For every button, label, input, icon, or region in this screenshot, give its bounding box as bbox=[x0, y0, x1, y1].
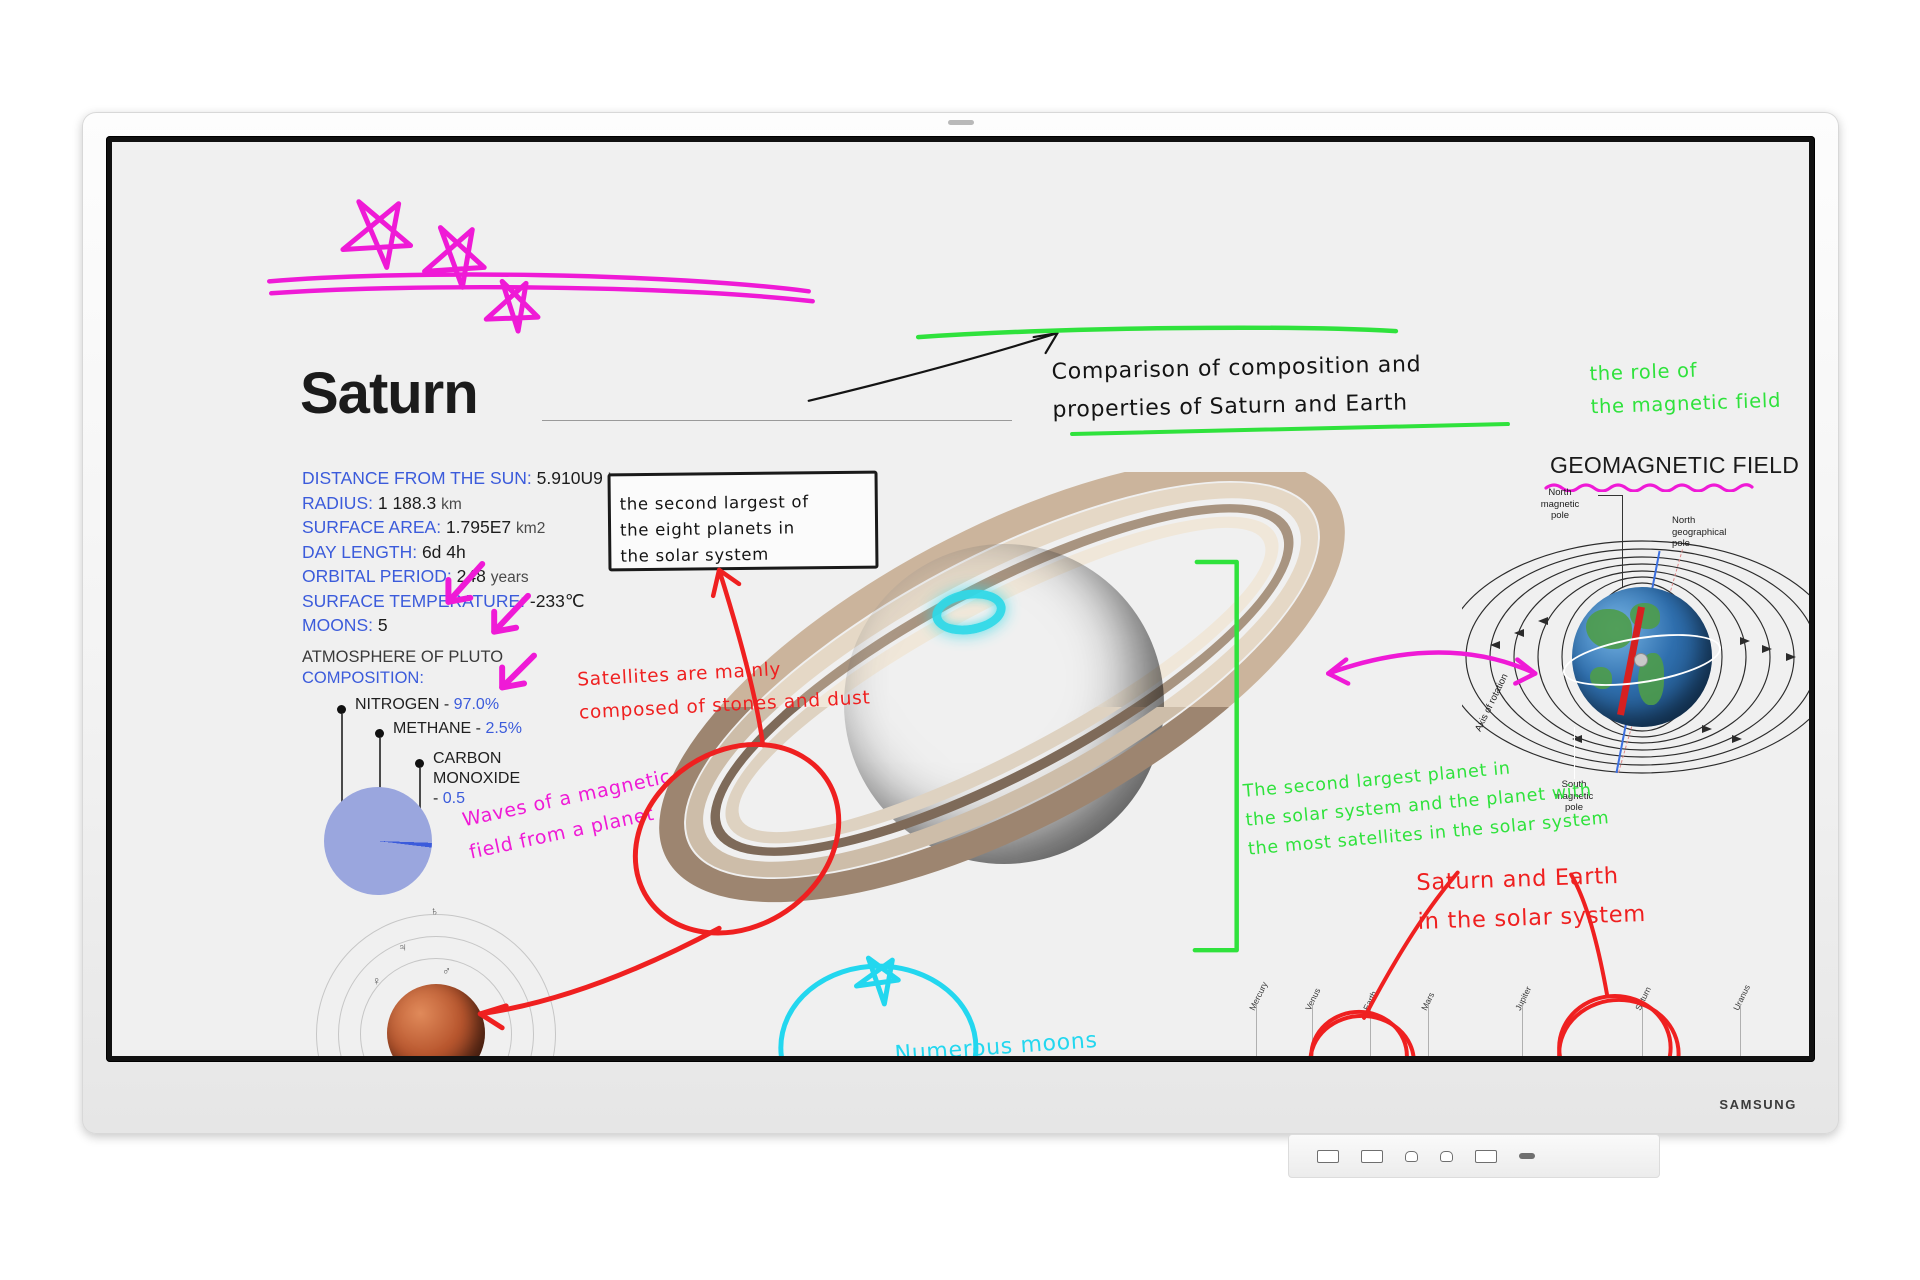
composition-pie-wedge bbox=[324, 787, 432, 895]
title-divider bbox=[542, 420, 1012, 421]
planet-label: Mercury bbox=[1247, 980, 1270, 1012]
leader-north-magnetic-v bbox=[1622, 495, 1623, 587]
annotation-magnetic-role: the role of the magnetic field bbox=[1589, 358, 1782, 419]
power-port bbox=[1519, 1153, 1535, 1159]
camera-notch bbox=[947, 120, 974, 125]
composition-bullet bbox=[415, 759, 424, 768]
planet-label: Neptune bbox=[1807, 979, 1809, 1012]
earth-core-marker bbox=[1634, 653, 1648, 667]
composition-item: NITROGEN - 97.0% bbox=[355, 696, 500, 713]
saturn-small-ring bbox=[1593, 1052, 1693, 1056]
whiteboard-canvas[interactable]: Saturn DISTANCE FROM THE SUN: 5.910U9 km… bbox=[112, 142, 1809, 1056]
hdmi-port bbox=[1440, 1150, 1453, 1162]
whiteboard-screen[interactable]: Saturn DISTANCE FROM THE SUN: 5.910U9 km… bbox=[112, 142, 1809, 1056]
connector-panel bbox=[1288, 1134, 1660, 1178]
planet-stem bbox=[1256, 1004, 1257, 1056]
atmosphere-heading: ATMOSPHERE OF PLUTO bbox=[302, 648, 504, 666]
planet-symbol-saturn: ♄ bbox=[430, 904, 439, 918]
spec-row: MOONS: 5 bbox=[302, 615, 388, 635]
spec-row: DISTANCE FROM THE SUN: 5.910U9 km bbox=[302, 468, 628, 488]
planet-stem bbox=[1370, 1004, 1371, 1056]
atmosphere-subheading: COMPOSITION: bbox=[302, 669, 424, 687]
spec-row: RADIUS: 1 188.3 km bbox=[302, 492, 462, 513]
label-north-geographical-pole: North geographical pole bbox=[1672, 515, 1727, 549]
label-north-magnetic-pole: North magnetic pole bbox=[1540, 487, 1580, 521]
planet-spec-list: DISTANCE FROM THE SUN: 5.910U9 km RADIUS… bbox=[302, 467, 628, 639]
planet-symbol-venus: ♀ bbox=[372, 974, 381, 988]
annotation-saturn-earth: Saturn and Earth in the solar system bbox=[1415, 862, 1647, 935]
planet-stem bbox=[1740, 1004, 1741, 1056]
spec-row: SURFACE TEMPERATURE: -233℃ bbox=[302, 590, 585, 611]
spec-row: DAY LENGTH: 6d 4h bbox=[302, 541, 466, 562]
hdmi-port bbox=[1405, 1150, 1418, 1162]
composition-bullet bbox=[375, 729, 384, 738]
planet-stem bbox=[1642, 1004, 1643, 1056]
spec-row: ORBITAL PERIOD: 248 years bbox=[302, 566, 529, 586]
usb-port bbox=[1317, 1149, 1339, 1163]
leader-north-magnetic bbox=[1598, 495, 1622, 496]
display-bezel: Saturn DISTANCE FROM THE SUN: 5.910U9 km… bbox=[106, 136, 1815, 1062]
composition-stem bbox=[341, 714, 343, 810]
composition-item: METHANE - 2.5% bbox=[393, 720, 522, 737]
spec-row: SURFACE AREA: 1.795E7 km2 bbox=[302, 517, 546, 537]
sticky-note-text: the second largest of the eight planets … bbox=[619, 492, 809, 566]
planet-symbol-mars: ♂ bbox=[442, 964, 451, 978]
planet-label: Uranus bbox=[1731, 982, 1753, 1012]
screenshot-root: ☰ ☰ SAMSUNG bbox=[0, 0, 1920, 1280]
page-title: Saturn bbox=[300, 361, 479, 426]
planet-label: Jupiter bbox=[1513, 984, 1534, 1012]
display-device: ☰ ☰ SAMSUNG bbox=[82, 112, 1839, 1134]
planet-stem bbox=[1522, 1004, 1523, 1056]
planet-stem bbox=[1312, 1004, 1313, 1056]
annotation-comparison-title: Comparison of composition and properties… bbox=[1051, 352, 1422, 423]
usb-c-port bbox=[1475, 1149, 1497, 1163]
usb-port bbox=[1361, 1149, 1383, 1163]
planet-size-comparison: Mercury Venus Earth Mars Jupiter Saturn … bbox=[1242, 960, 1809, 1056]
geomagnetic-heading: GEOMAGNETIC FIELD bbox=[1550, 452, 1800, 478]
planet-stem bbox=[1428, 1004, 1429, 1056]
composition-bullet bbox=[337, 705, 346, 714]
atmosphere-heading-block: ATMOSPHERE OF PLUTO COMPOSITION: bbox=[302, 647, 503, 689]
brand-logo: SAMSUNG bbox=[1719, 1097, 1797, 1112]
moon-orbit-diagram: ♄ ♃ ♂ ♀ bbox=[302, 902, 572, 1056]
planet-symbol-jupiter: ♃ bbox=[398, 940, 407, 954]
